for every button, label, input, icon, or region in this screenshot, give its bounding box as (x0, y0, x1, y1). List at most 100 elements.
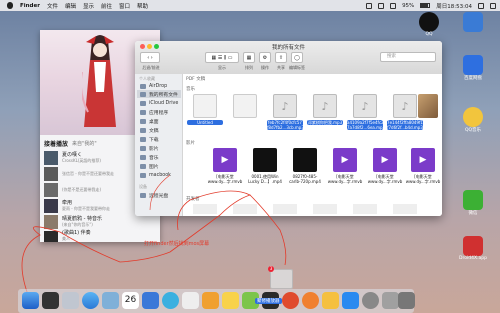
action-gear-button[interactable]: ⚙ (259, 52, 271, 63)
view-mode-buttons[interactable]: ▦ ☰ ⫼ ▭ (205, 52, 239, 63)
menu-go[interactable]: 前往 (101, 2, 112, 10)
search-input[interactable]: 搜索 (380, 52, 436, 62)
dock-icon[interactable] (142, 292, 159, 309)
finder-dock-icon[interactable] (22, 292, 39, 309)
file-browser[interactable]: PDF 文稿 音乐 Untitled ♪ feb7fc2f4f0cfc57 f8… (183, 74, 442, 216)
video-file-icon: ▶ (333, 148, 357, 172)
back-forward-buttons[interactable]: ‹ › (140, 52, 160, 63)
file-item[interactable]: ▶ [电影天堂 www.dy...字.rmvb (405, 148, 441, 184)
tag-button[interactable]: ◯ (291, 52, 303, 63)
document-icon (233, 94, 257, 118)
player-dock-icon[interactable] (282, 292, 299, 309)
photo-dock-icon[interactable] (102, 292, 119, 309)
sidebar-item-all-files[interactable]: 我的所有文件 (137, 90, 181, 98)
file-item[interactable]: 0827f0-485- carlb-720p.mp4 (287, 148, 323, 184)
disc-icon (140, 192, 146, 198)
toolbar-label-nav: 后退/前进 (142, 65, 160, 70)
menu-view[interactable]: 显示 (83, 2, 94, 10)
finder-titlebar[interactable]: 我的所有文件 ‹ › 后退/前进 ▦ ☰ ⫼ ▭ 显示 ▦ 排列 ⚙ 操作 ⇪ … (135, 41, 442, 75)
menu-help[interactable]: 帮助 (137, 2, 148, 10)
section-header-music: 音乐 (186, 87, 195, 92)
file-item[interactable]: Untitled (187, 94, 223, 125)
song-item[interactable]: (歌曲1) 伴奏 美人 (44, 230, 154, 242)
desktop-icon (140, 118, 146, 124)
safari-dock-icon[interactable] (82, 292, 99, 309)
desktop-icon-label: Droid4X.app (459, 256, 487, 261)
airdrop-icon (140, 83, 146, 89)
trash-dock-icon[interactable] (398, 292, 415, 309)
notes-dock-icon[interactable] (182, 292, 199, 309)
song-thumb (44, 199, 58, 213)
apple-menu-icon[interactable] (7, 2, 13, 9)
sidebar-item-pictures[interactable]: 图片 (137, 162, 181, 170)
arrange-button[interactable]: ▦ (243, 52, 255, 63)
video-file-icon: ▶ (213, 148, 237, 172)
battery-percent: 95% (402, 2, 415, 9)
sidebar-item-label: 应用程序 (149, 110, 169, 116)
sidebar-item-icloud[interactable]: iCloud Drive (137, 99, 181, 107)
document-icon (193, 94, 217, 118)
dock-icon[interactable] (302, 292, 319, 309)
file-item[interactable]: ▶ [电影天堂 www.dy...字.rmvb (367, 148, 403, 184)
list-icon[interactable] (490, 2, 496, 9)
sidebar-item-airdrop[interactable]: AirDrop (137, 82, 181, 90)
menu-finder[interactable]: Finder (20, 3, 40, 9)
video-file-icon: ▶ (373, 148, 397, 172)
dock-icon[interactable] (382, 292, 399, 309)
sidebar-item-desktop[interactable]: 桌面 (137, 117, 181, 125)
desktop-icon-droid4x[interactable]: Droid4X.app (455, 236, 491, 261)
clock[interactable]: 周日18:53:04 (436, 2, 472, 10)
sidebar-item-label: 文稿 (149, 128, 159, 134)
desktop-icon-qqmusic[interactable]: QQ音乐 (455, 107, 491, 133)
sync-dock-icon[interactable] (162, 292, 179, 309)
file-item[interactable] (227, 94, 263, 120)
sidebar-item-downloads[interactable]: 下载 (137, 135, 181, 143)
file-item[interactable]: ♪ a4109a2f7f5e4fc2 7a7d8f2...6ea.mp3 (347, 94, 385, 130)
sidebar-item-applications[interactable]: 应用程序 (137, 108, 181, 116)
file-item[interactable]: ♪ feb7fc2f4f0cfc57 f8d7fb2...3cb.mp3 (267, 94, 304, 130)
sidebar-item-movies[interactable]: 影片 (137, 144, 181, 152)
status-icon[interactable] (366, 2, 373, 9)
dock-icon[interactable] (322, 292, 339, 309)
menu-bar: Finder 文件 编辑 显示 前往 窗口 帮助 95% 周日18:53:04 (0, 0, 500, 11)
settings-dock-icon[interactable] (362, 292, 379, 309)
sidebar-item-macbook[interactable]: macbook (137, 171, 181, 179)
file-item[interactable] (415, 94, 441, 120)
wifi-icon[interactable] (378, 2, 385, 9)
desktop-icon-qq[interactable]: QQ (411, 12, 447, 37)
desktop-icon-wechat[interactable]: 微信 (455, 190, 491, 216)
sidebar-item-music[interactable]: 音乐 (137, 153, 181, 161)
app-store-dock-icon[interactable] (342, 292, 359, 309)
sidebar-item-label: 图片 (149, 164, 159, 170)
file-item[interactable]: ▶ [电影天堂 www.dy...字.rmvb (327, 148, 363, 184)
menu-file[interactable]: 文件 (47, 2, 58, 10)
spotlight-icon[interactable] (478, 2, 484, 9)
sidebar-item-remote-disc[interactable]: 远程光盘 (137, 191, 181, 199)
file-item[interactable]: ♪ 邓紫棋你把我.mp3 (307, 94, 343, 125)
documents-icon (140, 127, 146, 133)
menu-window[interactable]: 窗口 (119, 2, 130, 10)
desktop-icon-app[interactable] (455, 12, 491, 32)
tab-continue[interactable]: 接着播放 (44, 139, 68, 148)
drag-count-badge: 3 (268, 266, 274, 272)
sidebar-item-documents[interactable]: 文稿 (137, 126, 181, 134)
menu-edit[interactable]: 编辑 (65, 2, 76, 10)
launchpad-dock-icon[interactable] (62, 292, 79, 309)
dock-icon[interactable] (202, 292, 219, 309)
calendar-dock-icon[interactable]: 26 (122, 292, 139, 309)
dock-icon[interactable] (222, 292, 239, 309)
tab-from-mine[interactable]: 来自"我的" (72, 140, 97, 147)
battery-icon[interactable] (420, 3, 431, 8)
file-item[interactable]: 0001.使用Win Lucky D...】.mp4 (247, 148, 283, 184)
video-file-icon: ▶ (411, 148, 435, 172)
siri-dock-icon[interactable] (42, 292, 59, 309)
finder-window[interactable]: 我的所有文件 ‹ › 后退/前进 ▦ ☰ ⫼ ▭ 显示 ▦ 排列 ⚙ 操作 ⇪ … (135, 41, 442, 216)
music-file-icon: ♪ (273, 94, 297, 118)
file-item[interactable]: ▶ [电影天堂 www.dy...字.rmvb (207, 148, 243, 184)
share-button[interactable]: ⇪ (275, 52, 287, 63)
song-item[interactable]: 晴夏鹤鸦 - 特音乐 (来自"你的音乐") (44, 214, 154, 230)
desktop-icon-baidu[interactable]: 百度网盘 (455, 55, 491, 81)
qq-penguin-icon (419, 12, 439, 32)
volume-icon[interactable] (390, 2, 397, 9)
video-thumbnail (253, 148, 277, 172)
